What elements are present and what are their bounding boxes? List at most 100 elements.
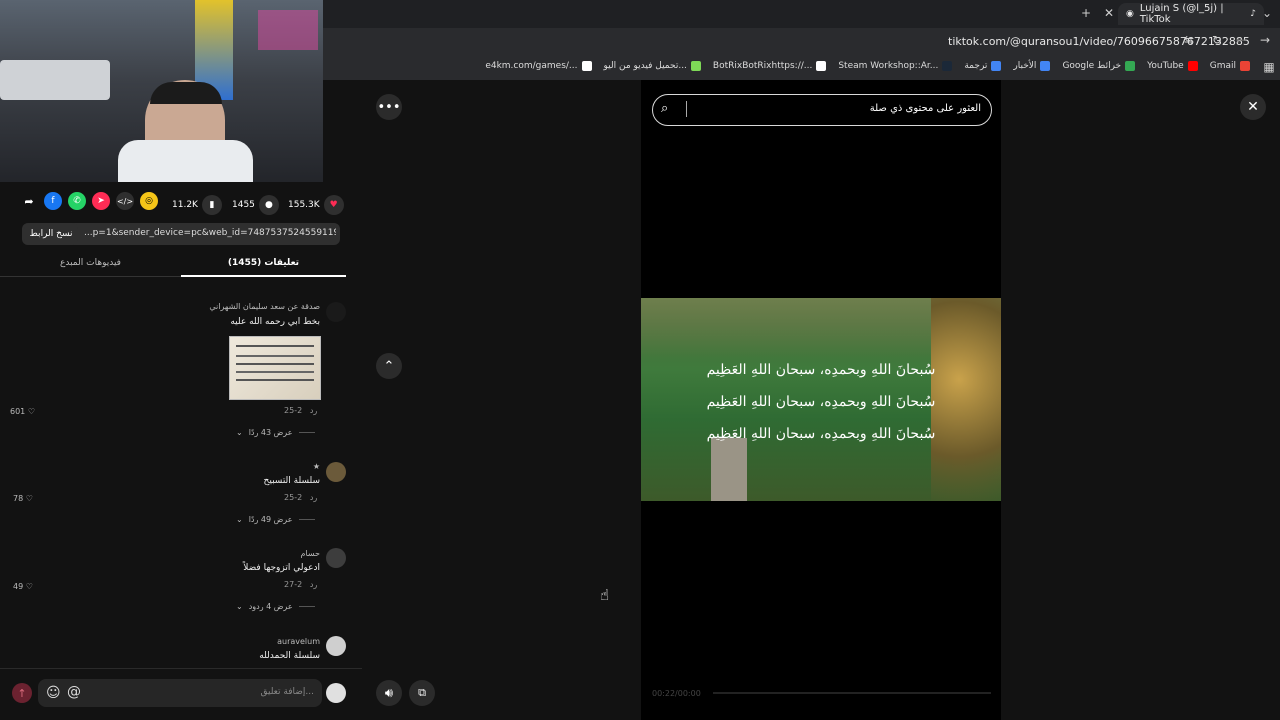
comment-likes[interactable]: 49 ♡ <box>13 582 33 591</box>
comment-meta: رد 2-25 <box>284 493 317 502</box>
bookmark-item[interactable]: e4km.com/games/... <box>485 61 592 71</box>
view-replies-button[interactable]: ⌄ عرض 49 ردًا <box>236 515 315 524</box>
tab-comments[interactable]: تعليقات (1455) <box>181 258 346 268</box>
bookmark-favicon-icon <box>1040 61 1051 71</box>
my-avatar[interactable] <box>326 683 346 703</box>
bookmark-item[interactable]: الأخبار <box>1013 61 1051 71</box>
facebook-icon[interactable]: f <box>44 192 62 210</box>
share-link-text[interactable]: ...p=1&sender_device=pc&web_id=748753752… <box>84 228 336 238</box>
bookmark-item[interactable]: Gmail <box>1210 61 1250 71</box>
related-search-input[interactable]: ⌕ العثور على محتوى ذي صلة <box>652 94 992 126</box>
reload-icon[interactable]: ↻ <box>1208 33 1226 47</box>
embed-icon[interactable]: </> <box>116 192 134 210</box>
reply-link[interactable]: رد <box>310 580 317 589</box>
view-replies-button[interactable]: ⌄ عرض 4 ردود <box>236 602 315 611</box>
tab-menu-chevron-icon[interactable]: ⌄ <box>1258 6 1276 20</box>
bed-shape <box>0 60 110 100</box>
new-tab-button[interactable]: + <box>1077 6 1095 20</box>
avatar[interactable] <box>326 636 346 656</box>
comments-stat[interactable]: 1455 ● <box>232 195 279 215</box>
caption-line: سُبحانَ اللهِ وبحمدِه، سبحان اللهِ العَظ… <box>706 362 936 378</box>
bookmark-item[interactable]: BotRixBotRixhttps://... <box>713 61 827 71</box>
comment-icon: ● <box>258 195 279 215</box>
comment-meta: رد 2-27 <box>284 580 317 589</box>
avatar[interactable] <box>326 462 346 482</box>
tab-creator-videos[interactable]: فيديوهات المبدع <box>0 258 181 268</box>
bookmark-item[interactable]: Google خرائط <box>1062 61 1136 71</box>
forward-icon[interactable]: ← <box>1232 33 1250 47</box>
whatsapp-icon[interactable]: ✆ <box>68 192 86 210</box>
comment-likes[interactable]: 601 ♡ <box>10 407 35 416</box>
likes-stat[interactable]: 155.3K ♥ <box>288 195 344 215</box>
bookmark-label: الأخبار <box>1013 61 1037 71</box>
coin-icon[interactable]: ◎ <box>140 192 158 210</box>
bookmark-item[interactable]: Steam Workshop::Ar... <box>838 61 953 71</box>
comment-author[interactable]: ★ <box>150 462 320 471</box>
bookmark-label: Google خرائط <box>1062 61 1122 71</box>
comment-input[interactable]: ☺ @ إضافة تعليق... <box>38 679 322 707</box>
comment-date: 2-27 <box>284 580 303 589</box>
comment-likes[interactable]: 78 ♡ <box>13 494 33 503</box>
video-caption: سُبحانَ اللهِ وبحمدِه، سبحان اللهِ العَظ… <box>701 354 941 450</box>
autumn-tree-shape <box>931 298 1001 501</box>
copy-link-button[interactable]: نسخ الرابط <box>24 223 78 245</box>
send-comment-button[interactable]: ↑ <box>12 683 32 703</box>
share-icon[interactable]: ➦ <box>20 192 38 210</box>
comment-text: ادعولي اتزوجها فضلاً <box>243 563 320 573</box>
webcam-overlay-image <box>0 0 323 182</box>
send-icon[interactable]: ➤ <box>92 192 110 210</box>
comment-attachment-image[interactable] <box>229 336 321 400</box>
avatar[interactable] <box>326 302 346 322</box>
mention-icon[interactable]: @ <box>67 684 81 700</box>
heart-outline-icon: ♡ <box>25 494 33 503</box>
comment-text: سلسلة الحمدلله <box>259 651 320 661</box>
view-replies-button[interactable]: ⌄ عرض 43 ردًا <box>236 428 315 437</box>
likes-count: 155.3K <box>288 200 320 210</box>
bookmark-item[interactable]: YouTube <box>1147 61 1198 71</box>
comment-author[interactable]: حسام <box>150 549 320 558</box>
volume-icon[interactable]: 🔊︎ <box>376 680 402 706</box>
comment-author[interactable]: auravelum <box>150 637 320 646</box>
back-icon[interactable]: → <box>1256 33 1274 47</box>
mini-player-icon[interactable]: ⧉ <box>409 680 435 706</box>
search-icon[interactable]: ⌕ <box>661 101 668 116</box>
comment-author[interactable]: صدقة عن سعد سليمان الشهراني <box>150 302 320 311</box>
heart-icon: ♥ <box>323 195 344 215</box>
bookmark-favicon-icon <box>1125 61 1136 71</box>
bookmark-favicon-icon <box>991 61 1002 71</box>
close-icon[interactable]: ✕ <box>1240 94 1266 120</box>
chevron-down-icon: ⌄ <box>236 602 243 611</box>
caption-line: سُبحانَ اللهِ وبحمدِه، سبحان اللهِ العَظ… <box>706 426 936 442</box>
comment-meta: رد 2-25 <box>284 406 317 415</box>
comment-text: سلسلة التسبيح <box>263 476 320 486</box>
saves-stat[interactable]: 11.2K ▮ <box>172 195 222 215</box>
progress-bar[interactable] <box>713 692 991 694</box>
avatar[interactable] <box>326 548 346 568</box>
headphones-shape <box>150 82 222 104</box>
bookmark-label: e4km.com/games/... <box>485 61 578 71</box>
chevron-down-icon: ⌄ <box>236 428 243 437</box>
mouse-cursor-icon: ☝ <box>600 586 610 604</box>
bookmark-favicon-icon <box>1187 61 1198 71</box>
url-field[interactable]: tiktok.com/@quransou1/video/760966758767… <box>948 35 1250 48</box>
comment-text: بخط ابي رحمه الله عليه <box>230 317 320 327</box>
active-tab[interactable]: ◉ Lujain S (@l_5j) | TikTok ♪ <box>1118 3 1264 25</box>
composer-divider <box>0 668 362 669</box>
previous-video-chevron-up-icon[interactable]: ⌃ <box>376 353 402 379</box>
comment-placeholder: إضافة تعليق... <box>260 687 314 697</box>
emoji-icon[interactable]: ☺ <box>46 685 61 701</box>
bookmark-label: ترجمة <box>964 61 988 71</box>
share-row: ➦ f ✆ ➤ </> ◎ <box>20 192 158 210</box>
reply-link[interactable]: رد <box>310 493 317 502</box>
neon-light-shape <box>258 10 318 50</box>
comments-count: 1455 <box>232 200 255 210</box>
bookmarks-grid-icon[interactable]: ▦ <box>1260 60 1278 74</box>
more-options-icon[interactable]: ••• <box>376 94 402 120</box>
video-frame: سُبحانَ اللهِ وبحمدِه، سبحان اللهِ العَظ… <box>641 298 1001 501</box>
bookmark-item[interactable]: تحميل فيديو من اليو... <box>604 61 701 71</box>
close-tab-icon[interactable]: ✕ <box>1100 6 1118 20</box>
site-settings-icon[interactable]: ⇆ <box>1180 33 1198 47</box>
bookmarks-list: Gmail YouTube Google خرائط الأخبار ترجمة Stea… <box>485 61 1250 71</box>
reply-link[interactable]: رد <box>310 406 317 415</box>
bookmark-item[interactable]: ترجمة <box>964 61 1002 71</box>
